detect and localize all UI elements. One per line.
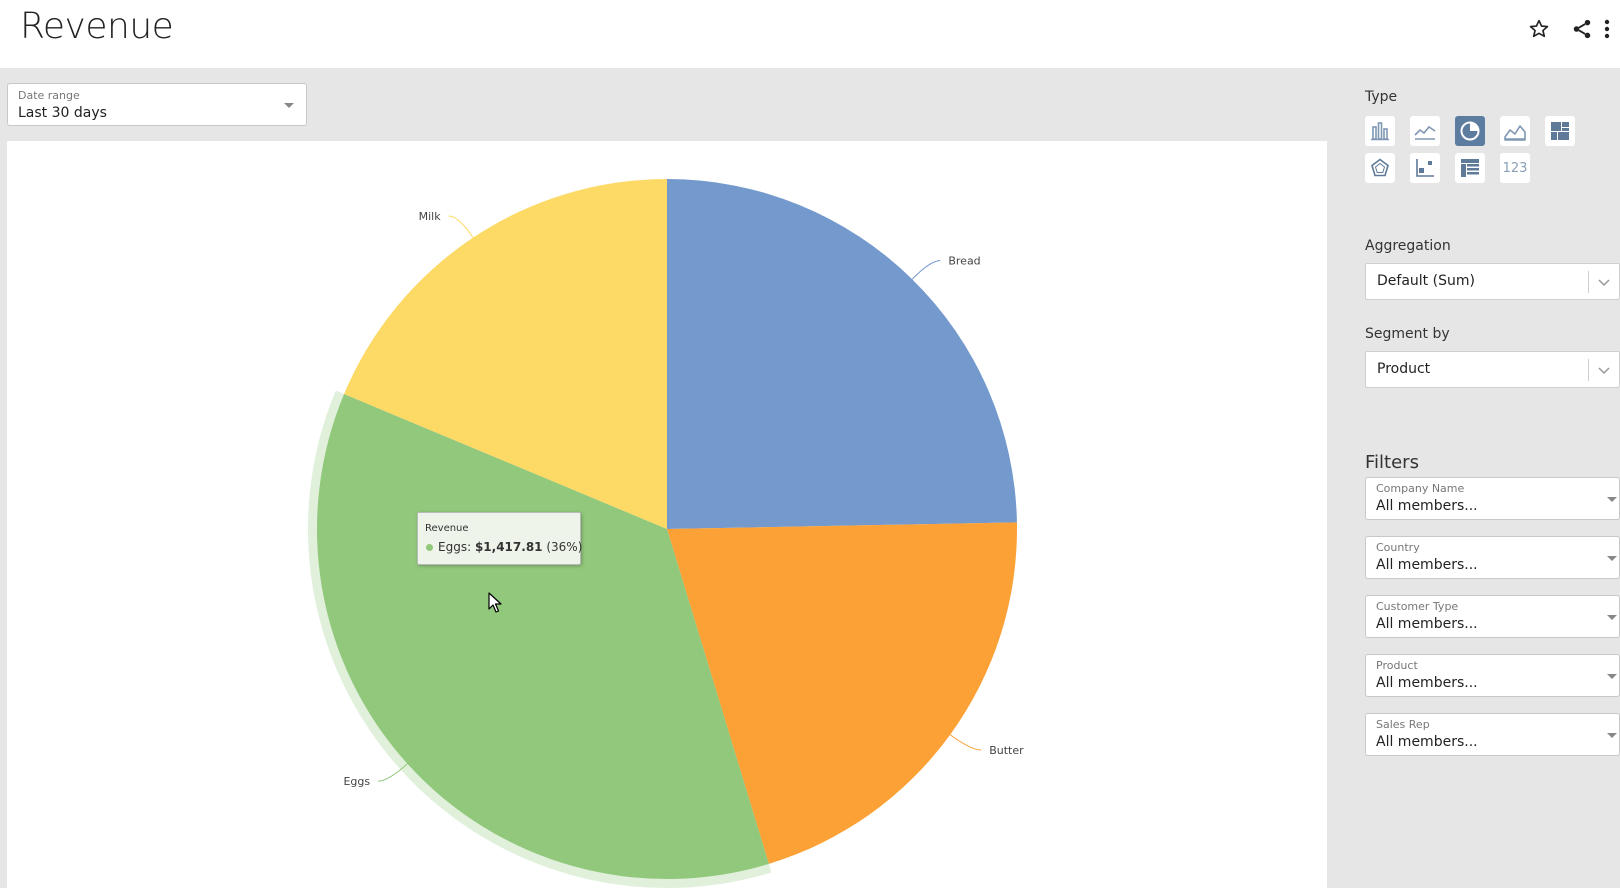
kpi-number-icon[interactable]: 123 [1500, 153, 1530, 183]
tooltip-percent: (36%) [546, 540, 583, 554]
filter-country[interactable]: Country All members... [1365, 536, 1620, 579]
tooltip-value: $1,417.81 [474, 540, 543, 554]
tooltip-line: Eggs: $1,417.81 (36%) [438, 540, 582, 554]
radar-chart-icon[interactable] [1365, 153, 1395, 183]
filter-caption: Company Name [1376, 482, 1465, 495]
caret-down-icon [284, 103, 294, 108]
caret-down-icon [1607, 615, 1617, 620]
bar-chart-icon[interactable] [1365, 116, 1395, 146]
caret-down-icon [1607, 733, 1617, 738]
chevron-down-icon [1597, 274, 1611, 293]
type-label: Type [1365, 89, 1398, 105]
chart-tooltip: Revenue Eggs: $1,417.81 (36%) [417, 512, 582, 565]
filter-company-name[interactable]: Company Name All members... [1365, 477, 1620, 520]
header-bar: Revenue [0, 0, 1620, 68]
filter-caption: Customer Type [1376, 600, 1459, 613]
share-icon[interactable] [1569, 16, 1595, 42]
filter-sales-rep[interactable]: Sales Rep All members... [1365, 713, 1620, 756]
pie-chart-icon[interactable] [1455, 116, 1485, 146]
scatter-chart-icon[interactable] [1410, 153, 1440, 183]
filter-value: All members... [1376, 734, 1478, 750]
treemap-icon[interactable] [1545, 116, 1575, 146]
date-range-caption: Date range [18, 89, 80, 102]
filter-customer-type[interactable]: Customer Type All members... [1365, 595, 1620, 638]
caret-down-icon [1607, 674, 1617, 679]
pivot-table-icon[interactable] [1455, 153, 1485, 183]
date-range-select[interactable]: Date range Last 30 days [7, 83, 307, 126]
filter-caption: Product [1376, 659, 1418, 672]
filter-caption: Country [1376, 541, 1420, 554]
line-chart-icon[interactable] [1410, 116, 1440, 146]
segment-value: Product [1377, 361, 1431, 377]
sidebar: Type 123 Aggregation Default (Sum) Segme… [1365, 68, 1620, 888]
mouse-pointer-icon [488, 592, 502, 618]
select-divider [1588, 271, 1589, 293]
tooltip-series-dot [426, 544, 433, 551]
filters-title: Filters [1365, 452, 1419, 473]
label-leader-line [949, 734, 982, 751]
filter-value: All members... [1376, 675, 1478, 691]
label-leader-line [448, 215, 474, 238]
page-title: Revenue [20, 6, 174, 47]
caret-down-icon [1607, 556, 1617, 561]
chart-panel: Bread Butter Eggs Milk [7, 141, 1327, 888]
filter-value: All members... [1376, 616, 1478, 632]
pie-label-bread: Bread [948, 255, 980, 268]
label-leader-line [911, 260, 941, 280]
chevron-down-icon [1597, 362, 1611, 381]
filter-value: All members... [1376, 557, 1478, 573]
pie-label-eggs: Eggs [343, 775, 370, 788]
filter-product[interactable]: Product All members... [1365, 654, 1620, 697]
date-range-value: Last 30 days [18, 105, 107, 121]
segment-label: Segment by [1365, 326, 1450, 342]
select-divider [1588, 359, 1589, 381]
tooltip-label: Eggs: [438, 540, 472, 554]
aggregation-label: Aggregation [1365, 238, 1451, 254]
tooltip-title: Revenue [425, 523, 469, 534]
pie-label-butter: Butter [989, 744, 1024, 757]
filter-value: All members... [1376, 498, 1478, 514]
filter-caption: Sales Rep [1376, 718, 1430, 731]
aggregation-value: Default (Sum) [1377, 273, 1475, 289]
star-icon[interactable] [1526, 16, 1552, 42]
segment-select[interactable]: Product [1365, 351, 1620, 388]
more-vert-icon[interactable] [1600, 16, 1614, 42]
area-chart-icon[interactable] [1500, 116, 1530, 146]
caret-down-icon [1607, 497, 1617, 502]
pie-chart: Bread Butter Eggs Milk [308, 179, 1024, 888]
pie-label-milk: Milk [419, 210, 442, 223]
pie-slice-bread[interactable] [667, 179, 1017, 529]
aggregation-select[interactable]: Default (Sum) [1365, 263, 1620, 300]
